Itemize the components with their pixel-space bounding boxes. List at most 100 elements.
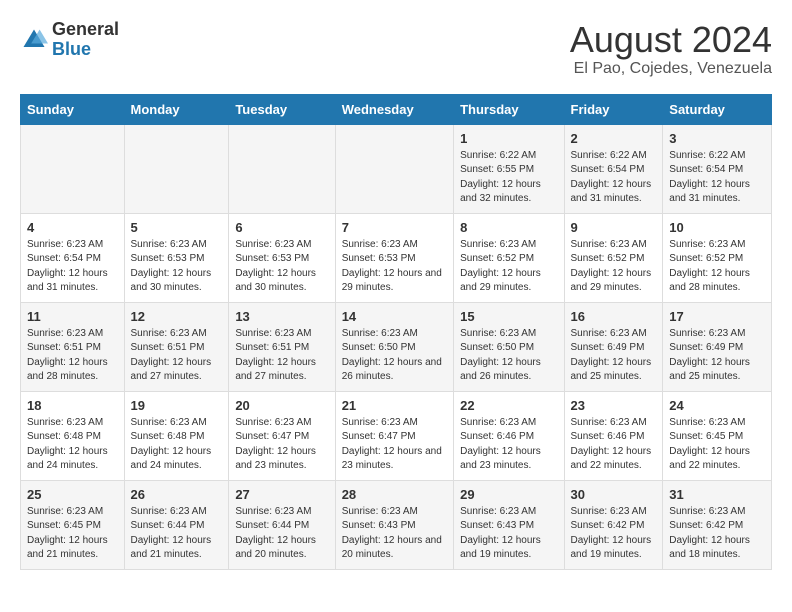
calendar-cell: 2 Sunrise: 6:22 AM Sunset: 6:54 PM Daylig… [564,124,663,213]
day-number: 10 [669,220,765,235]
cell-info: Sunrise: 6:23 AM Sunset: 6:47 PM Dayligh… [235,416,328,474]
cell-info: Sunrise: 6:23 AM Sunset: 6:52 PM Dayligh… [669,238,765,296]
header-day-tuesday: Tuesday [229,94,335,124]
calendar-cell: 8 Sunrise: 6:23 AM Sunset: 6:52 PM Daylig… [454,213,564,302]
day-number: 29 [460,487,557,502]
header-day-monday: Monday [124,94,229,124]
calendar-cell: 29 Sunrise: 6:23 AM Sunset: 6:43 PM Dayli… [454,480,564,569]
cell-info: Sunrise: 6:23 AM Sunset: 6:48 PM Dayligh… [27,416,118,474]
week-row-2: 11 Sunrise: 6:23 AM Sunset: 6:51 PM Dayli… [21,302,772,391]
calendar-cell: 11 Sunrise: 6:23 AM Sunset: 6:51 PM Dayli… [21,302,125,391]
header-day-wednesday: Wednesday [335,94,453,124]
day-number: 5 [131,220,223,235]
cell-info: Sunrise: 6:23 AM Sunset: 6:51 PM Dayligh… [235,327,328,385]
day-number: 27 [235,487,328,502]
day-number: 9 [571,220,657,235]
cell-info: Sunrise: 6:23 AM Sunset: 6:42 PM Dayligh… [571,505,657,563]
cell-info: Sunrise: 6:23 AM Sunset: 6:49 PM Dayligh… [669,327,765,385]
calendar-cell: 5 Sunrise: 6:23 AM Sunset: 6:53 PM Daylig… [124,213,229,302]
cell-info: Sunrise: 6:23 AM Sunset: 6:54 PM Dayligh… [27,238,118,296]
header-day-thursday: Thursday [454,94,564,124]
day-number: 25 [27,487,118,502]
cell-info: Sunrise: 6:23 AM Sunset: 6:52 PM Dayligh… [460,238,557,296]
calendar-cell: 25 Sunrise: 6:23 AM Sunset: 6:45 PM Dayli… [21,480,125,569]
logo-icon [20,26,48,54]
calendar-cell: 17Sunrise: 6:23 AM Sunset: 6:49 PM Dayli… [663,302,772,391]
calendar-cell: 23 Sunrise: 6:23 AM Sunset: 6:46 PM Dayli… [564,391,663,480]
calendar-cell: 10 Sunrise: 6:23 AM Sunset: 6:52 PM Dayli… [663,213,772,302]
calendar-cell: 31 Sunrise: 6:23 AM Sunset: 6:42 PM Dayli… [663,480,772,569]
day-number: 28 [342,487,447,502]
calendar-cell: 1 Sunrise: 6:22 AM Sunset: 6:55 PM Daylig… [454,124,564,213]
day-number: 16 [571,309,657,324]
day-number: 15 [460,309,557,324]
logo-general: General Blue [52,20,119,60]
cell-info: Sunrise: 6:23 AM Sunset: 6:47 PM Dayligh… [342,416,447,474]
calendar-cell: 7 Sunrise: 6:23 AM Sunset: 6:53 PM Daylig… [335,213,453,302]
day-number: 14 [342,309,447,324]
day-number: 31 [669,487,765,502]
cell-info: Sunrise: 6:22 AM Sunset: 6:54 PM Dayligh… [571,149,657,207]
page-title: August 2024 [570,20,772,60]
calendar-cell [21,124,125,213]
calendar-cell [335,124,453,213]
cell-info: Sunrise: 6:23 AM Sunset: 6:51 PM Dayligh… [27,327,118,385]
cell-info: Sunrise: 6:23 AM Sunset: 6:51 PM Dayligh… [131,327,223,385]
cell-info: Sunrise: 6:23 AM Sunset: 6:53 PM Dayligh… [131,238,223,296]
calendar-cell: 3Sunrise: 6:22 AM Sunset: 6:54 PM Daylig… [663,124,772,213]
day-number: 2 [571,131,657,146]
calendar-cell: 21 Sunrise: 6:23 AM Sunset: 6:47 PM Dayli… [335,391,453,480]
day-number: 26 [131,487,223,502]
logo: General Blue [20,20,119,60]
cell-info: Sunrise: 6:23 AM Sunset: 6:48 PM Dayligh… [131,416,223,474]
day-number: 11 [27,309,118,324]
calendar-cell: 19 Sunrise: 6:23 AM Sunset: 6:48 PM Dayli… [124,391,229,480]
day-number: 1 [460,131,557,146]
calendar-cell: 12 Sunrise: 6:23 AM Sunset: 6:51 PM Dayli… [124,302,229,391]
calendar-cell [229,124,335,213]
header-day-sunday: Sunday [21,94,125,124]
week-row-4: 25 Sunrise: 6:23 AM Sunset: 6:45 PM Dayli… [21,480,772,569]
cell-info: Sunrise: 6:23 AM Sunset: 6:50 PM Dayligh… [342,327,447,385]
day-number: 23 [571,398,657,413]
cell-info: Sunrise: 6:23 AM Sunset: 6:53 PM Dayligh… [342,238,447,296]
cell-info: Sunrise: 6:23 AM Sunset: 6:46 PM Dayligh… [571,416,657,474]
cell-info: Sunrise: 6:23 AM Sunset: 6:45 PM Dayligh… [27,505,118,563]
cell-info: Sunrise: 6:23 AM Sunset: 6:44 PM Dayligh… [131,505,223,563]
cell-info: Sunrise: 6:23 AM Sunset: 6:46 PM Dayligh… [460,416,557,474]
day-number: 21 [342,398,447,413]
cell-info: Sunrise: 6:23 AM Sunset: 6:43 PM Dayligh… [342,505,447,563]
calendar-cell: 6Sunrise: 6:23 AM Sunset: 6:53 PM Daylig… [229,213,335,302]
calendar-cell: 15Sunrise: 6:23 AM Sunset: 6:50 PM Dayli… [454,302,564,391]
calendar-cell: 14 Sunrise: 6:23 AM Sunset: 6:50 PM Dayli… [335,302,453,391]
week-row-1: 4 Sunrise: 6:23 AM Sunset: 6:54 PM Daylig… [21,213,772,302]
cell-info: Sunrise: 6:22 AM Sunset: 6:55 PM Dayligh… [460,149,557,207]
day-number: 19 [131,398,223,413]
cell-info: Sunrise: 6:23 AM Sunset: 6:42 PM Dayligh… [669,505,765,563]
calendar-cell: 24 Sunrise: 6:23 AM Sunset: 6:45 PM Dayli… [663,391,772,480]
day-number: 24 [669,398,765,413]
calendar-cell: 30 Sunrise: 6:23 AM Sunset: 6:42 PM Dayli… [564,480,663,569]
header: General Blue August 2024 El Pao, Cojedes… [20,20,772,78]
calendar-cell [124,124,229,213]
day-number: 7 [342,220,447,235]
header-day-saturday: Saturday [663,94,772,124]
calendar-cell: 28 Sunrise: 6:23 AM Sunset: 6:43 PM Dayli… [335,480,453,569]
cell-info: Sunrise: 6:23 AM Sunset: 6:45 PM Dayligh… [669,416,765,474]
calendar-header: SundayMondayTuesdayWednesdayThursdayFrid… [21,94,772,124]
calendar-cell: 20Sunrise: 6:23 AM Sunset: 6:47 PM Dayli… [229,391,335,480]
calendar-cell: 26 Sunrise: 6:23 AM Sunset: 6:44 PM Dayli… [124,480,229,569]
calendar-cell: 9 Sunrise: 6:23 AM Sunset: 6:52 PM Daylig… [564,213,663,302]
cell-info: Sunrise: 6:23 AM Sunset: 6:53 PM Dayligh… [235,238,328,296]
title-area: August 2024 El Pao, Cojedes, Venezuela [570,20,772,78]
cell-info: Sunrise: 6:23 AM Sunset: 6:49 PM Dayligh… [571,327,657,385]
day-number: 30 [571,487,657,502]
day-number: 12 [131,309,223,324]
cell-info: Sunrise: 6:23 AM Sunset: 6:44 PM Dayligh… [235,505,328,563]
cell-info: Sunrise: 6:23 AM Sunset: 6:52 PM Dayligh… [571,238,657,296]
day-number: 8 [460,220,557,235]
day-number: 4 [27,220,118,235]
cell-info: Sunrise: 6:23 AM Sunset: 6:43 PM Dayligh… [460,505,557,563]
cell-info: Sunrise: 6:22 AM Sunset: 6:54 PM Dayligh… [669,149,765,207]
calendar-cell: 16 Sunrise: 6:23 AM Sunset: 6:49 PM Dayli… [564,302,663,391]
